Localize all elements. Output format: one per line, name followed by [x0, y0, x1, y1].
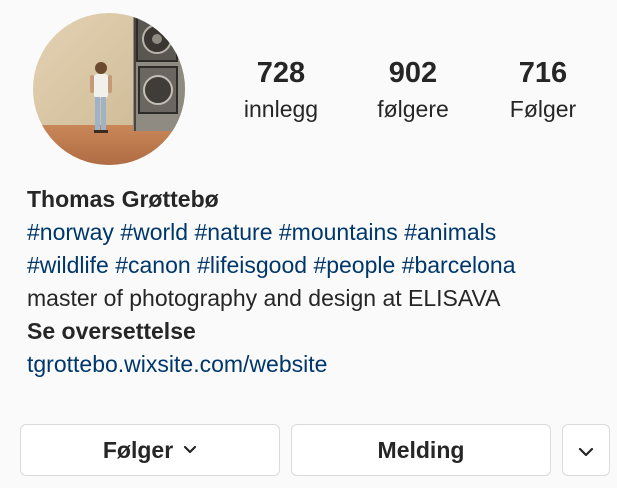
hashtag-link[interactable]: #barcelona — [402, 252, 516, 278]
hashtag-link[interactable]: #people — [313, 252, 395, 278]
see-translation-link[interactable]: Se oversettelse — [27, 315, 607, 348]
chevron-down-icon — [578, 437, 594, 464]
hashtag-link[interactable]: #mountains — [279, 219, 398, 245]
avatar[interactable] — [33, 13, 185, 165]
suggested-accounts-button[interactable] — [562, 424, 610, 476]
posts-count: 728 — [256, 57, 306, 89]
stat-followers[interactable]: 902 følgere — [348, 54, 478, 126]
message-button-label: Melding — [377, 436, 465, 463]
following-button-label: Følger — [102, 436, 174, 463]
stat-following[interactable]: 716 Følger — [478, 54, 608, 126]
following-count: 716 — [518, 57, 568, 89]
message-button[interactable]: Melding — [291, 424, 551, 476]
profile-photo-icon — [33, 13, 185, 165]
hashtag-link[interactable]: #canon — [115, 252, 190, 278]
profile-header: 728 innlegg 902 følgere 716 Følger Thoma… — [0, 0, 617, 488]
hashtag-link[interactable]: #world — [120, 219, 188, 245]
hashtag-link[interactable]: #nature — [194, 219, 272, 245]
hashtags-line-2: #wildlife #canon #lifeisgood #people #ba… — [27, 249, 607, 282]
hashtags-line-1: #norway #world #nature #mountains #anima… — [27, 216, 607, 249]
posts-label: innlegg — [243, 96, 319, 122]
followers-label: følgere — [377, 96, 449, 122]
profile-name: Thomas Grøttebø — [27, 186, 219, 212]
hashtag-link[interactable]: #wildlife — [27, 252, 109, 278]
bio: Thomas Grøttebø #norway #world #nature #… — [27, 183, 607, 381]
followers-count: 902 — [388, 57, 438, 89]
following-button[interactable]: Følger — [20, 424, 280, 476]
hashtag-link[interactable]: #animals — [404, 219, 496, 245]
hashtag-link[interactable]: #lifeisgood — [197, 252, 307, 278]
chevron-down-icon — [183, 445, 197, 455]
following-label: Følger — [509, 96, 577, 122]
website-link[interactable]: tgrottebo.wixsite.com/website — [27, 348, 607, 381]
stat-posts[interactable]: 728 innlegg — [216, 54, 346, 126]
bio-description: master of photography and design at ELIS… — [27, 285, 501, 311]
hashtag-link[interactable]: #norway — [27, 219, 114, 245]
